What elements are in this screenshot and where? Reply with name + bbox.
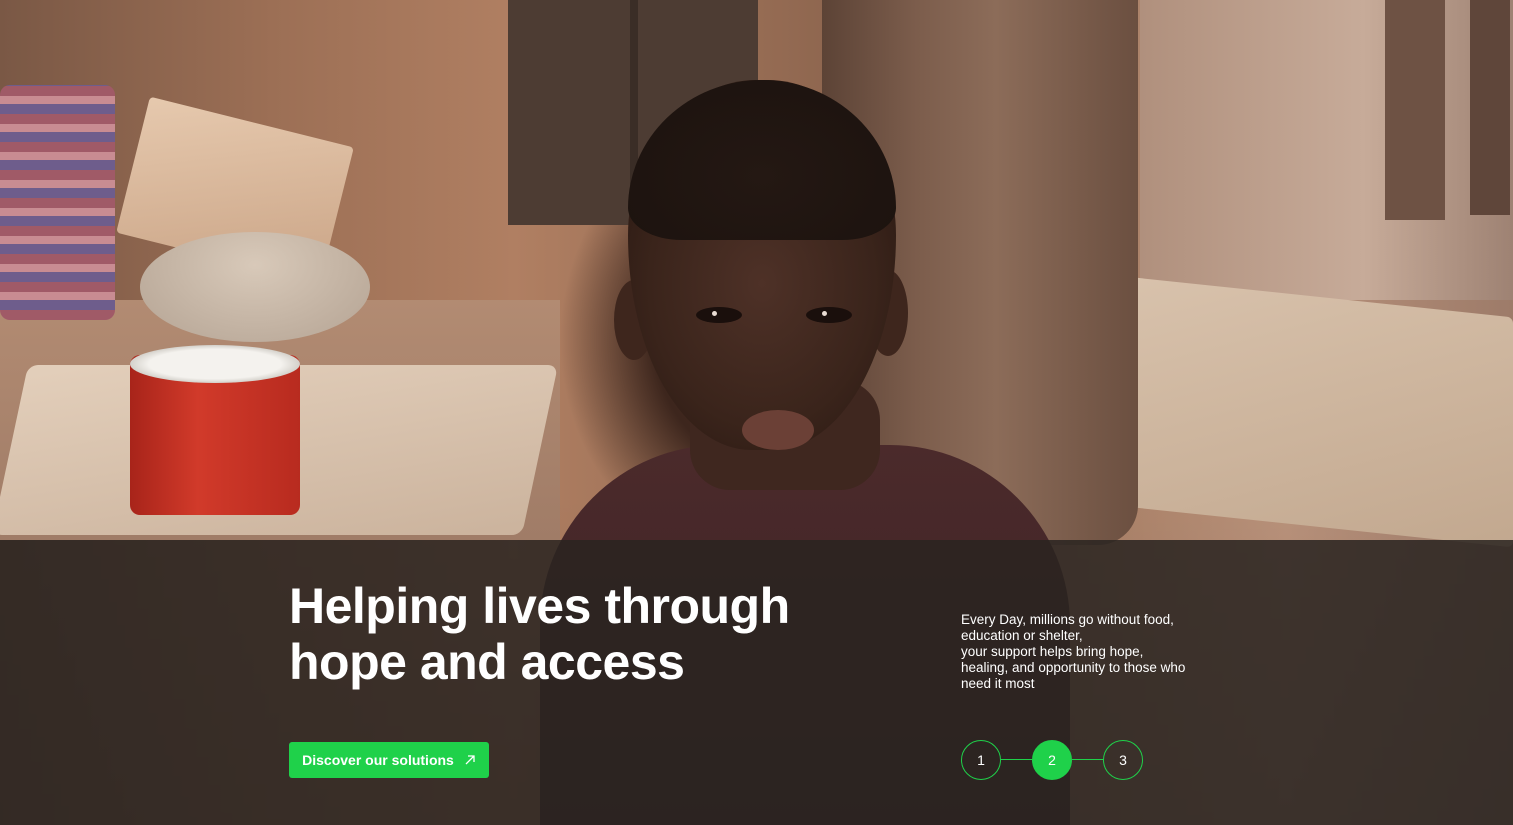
- pager-dot-3[interactable]: 3: [1103, 740, 1143, 780]
- background-can: [130, 345, 300, 515]
- description-line: Every Day, millions go without food,: [961, 612, 1174, 627]
- discover-solutions-label: Discover our solutions: [302, 752, 454, 768]
- background-post: [1470, 0, 1510, 215]
- description-line: education or shelter,: [961, 628, 1083, 643]
- slide-pager: 1 2 3: [961, 740, 1143, 780]
- description-line: your support helps bring hope,: [961, 644, 1144, 659]
- hero-title-line: Helping lives through: [289, 578, 790, 634]
- description-line: healing, and opportunity to those who: [961, 660, 1186, 675]
- discover-solutions-button[interactable]: Discover our solutions: [289, 742, 489, 778]
- arrow-up-right-icon: [464, 754, 476, 766]
- background-board: [1088, 272, 1513, 548]
- background-wall: [1140, 0, 1513, 300]
- pager-connector: [1072, 759, 1103, 760]
- pager-dot-2-active[interactable]: 2: [1032, 740, 1072, 780]
- background-post: [1385, 0, 1445, 220]
- background-bag: [0, 85, 115, 320]
- child-eye: [696, 307, 742, 323]
- hero-description: Every Day, millions go without food, edu…: [961, 612, 1211, 692]
- pager-dot-1[interactable]: 1: [961, 740, 1001, 780]
- hero-title: Helping lives through hope and access: [289, 578, 849, 690]
- hero-title-line: hope and access: [289, 634, 685, 690]
- pager-connector: [1001, 759, 1032, 760]
- child-mouth: [742, 410, 814, 450]
- description-line: need it most: [961, 676, 1035, 691]
- background-basin: [140, 232, 370, 342]
- child-eye: [806, 307, 852, 323]
